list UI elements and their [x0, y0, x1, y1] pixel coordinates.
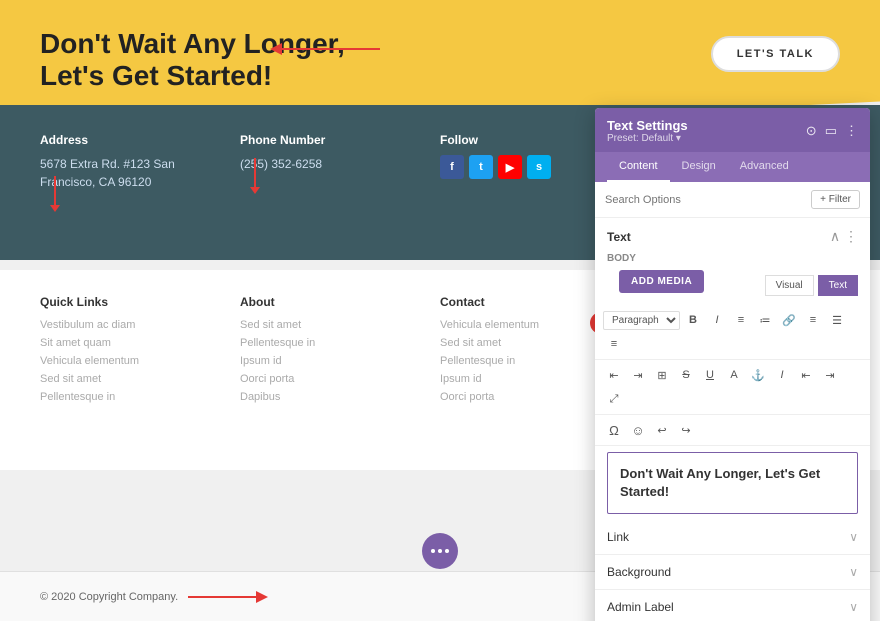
phone-value: (255) 352-6258 [240, 155, 440, 173]
footer-link[interactable]: Vehicula elementum [40, 355, 240, 367]
skype-icon[interactable]: s [527, 155, 551, 179]
ordered-list-button[interactable]: ≔ [754, 309, 776, 331]
indent-button[interactable]: ⇥ [819, 364, 841, 386]
align-center-button[interactable]: ☰ [826, 309, 848, 331]
footer-link[interactable]: Sed sit amet [40, 373, 240, 385]
link-label: Link [607, 530, 629, 544]
body-label: Body [595, 253, 870, 270]
about-title: About [240, 295, 440, 309]
footer-link[interactable]: Ipsum id [240, 355, 440, 367]
footer-link[interactable]: Pellentesque in [40, 391, 240, 403]
underline-button[interactable]: U [699, 364, 721, 386]
panel-settings-icon[interactable]: ⊙ [806, 123, 817, 139]
filter-button[interactable]: + Filter [811, 190, 860, 209]
align-right-button[interactable]: ≡ [603, 333, 625, 355]
panel-search: + Filter [595, 182, 870, 218]
strikethrough-button[interactable]: S [675, 364, 697, 386]
tab-content[interactable]: Content [607, 152, 670, 182]
panel-header-left: Text Settings Preset: Default ▾ [607, 118, 688, 144]
table-button[interactable]: ⊞ [651, 364, 673, 386]
hero-title: Don't Wait Any Longer, Let's Get Started… [40, 28, 345, 92]
outdent-button[interactable]: ⇤ [795, 364, 817, 386]
italic2-button[interactable]: I [771, 364, 793, 386]
text-section-header: Text ∧ ⋮ [595, 218, 870, 253]
copyright-text: © 2020 Copyright Company. [40, 589, 268, 605]
footer-link[interactable]: Oorci porta [240, 373, 440, 385]
collapse-icon[interactable]: ∧ ⋮ [830, 228, 858, 245]
youtube-icon[interactable]: ▶ [498, 155, 522, 179]
toolbar-row-2: ⇤ ⇥ ⊞ S U A ⚓ I ⇤ ⇥ ⤢ [595, 360, 870, 415]
indent-left-button[interactable]: ⇤ [603, 364, 625, 386]
link-section[interactable]: Link ∨ [595, 520, 870, 555]
omega-button[interactable]: Ω [603, 419, 625, 441]
search-input[interactable] [605, 194, 803, 206]
admin-label-section[interactable]: Admin Label ∨ [595, 590, 870, 621]
panel-tabs: Content Design Advanced [595, 152, 870, 182]
facebook-icon[interactable]: f [440, 155, 464, 179]
background-section[interactable]: Background ∨ [595, 555, 870, 590]
fullscreen-button[interactable]: ⤢ [603, 388, 625, 410]
quick-links-title: Quick Links [40, 295, 240, 309]
editor-content-area[interactable]: Don't Wait Any Longer, Let's Get Started… [607, 452, 858, 514]
undo-button[interactable]: ↩ [651, 419, 673, 441]
address-down-arrow-icon [54, 176, 56, 206]
address-value: 5678 Extra Rd. #123 SanFrancisco, CA 961… [40, 155, 240, 191]
emoji-button[interactable]: ☺ [627, 419, 649, 441]
indent-right-button[interactable]: ⇥ [627, 364, 649, 386]
toolbar-row-1: Paragraph Heading 1 Heading 2 B I ≡ ≔ 🔗 … [595, 305, 870, 360]
tab-design[interactable]: Design [670, 152, 728, 182]
link-button[interactable]: 🔗 [778, 309, 800, 331]
panel-expand-icon[interactable]: ▭ [825, 123, 837, 139]
panel-preset: Preset: Default ▾ [607, 133, 688, 144]
footer-link[interactable]: Sed sit amet [240, 319, 440, 331]
anchor-button[interactable]: ⚓ [747, 364, 769, 386]
italic-button[interactable]: I [706, 309, 728, 331]
paragraph-select[interactable]: Paragraph Heading 1 Heading 2 [603, 311, 680, 330]
add-media-button[interactable]: ADD MEDIA [619, 270, 704, 293]
text-section-title: Text [607, 230, 631, 244]
background-label: Background [607, 565, 671, 579]
footer-col-about: About Sed sit amet Pellentesque in Ipsum… [240, 295, 440, 445]
link-chevron-icon: ∨ [849, 530, 858, 544]
text-settings-panel: Text Settings Preset: Default ▾ ⊙ ▭ ⋮ Co… [595, 108, 870, 621]
panel-title: Text Settings [607, 118, 688, 133]
twitter-icon[interactable]: t [469, 155, 493, 179]
floating-dots-button[interactable] [422, 533, 458, 569]
tab-advanced[interactable]: Advanced [728, 152, 801, 182]
footer-link[interactable]: Dapibus [240, 391, 440, 403]
footer-col-quick-links: Quick Links Vestibulum ac diam Sit amet … [40, 295, 240, 445]
panel-header-icons: ⊙ ▭ ⋮ [806, 123, 858, 139]
visual-toggle-button[interactable]: Visual [765, 275, 814, 296]
admin-chevron-icon: ∨ [849, 600, 858, 614]
footer-link[interactable]: Sit amet quam [40, 337, 240, 349]
footer-link[interactable]: Vestibulum ac diam [40, 319, 240, 331]
footer-link[interactable]: Pellentesque in [240, 337, 440, 349]
panel-header: Text Settings Preset: Default ▾ ⊙ ▭ ⋮ [595, 108, 870, 152]
admin-label-text: Admin Label [607, 600, 674, 614]
align-left-button[interactable]: ≡ [802, 309, 824, 331]
copyright-arrow-icon [188, 589, 268, 605]
dots-icon [431, 549, 449, 553]
text-color-button[interactable]: A [723, 364, 745, 386]
page-wrapper: Don't Wait Any Longer, Let's Get Started… [0, 0, 880, 621]
lets-talk-button[interactable]: LET'S TALK [711, 36, 840, 72]
phone-down-arrow-icon [254, 158, 256, 188]
bold-button[interactable]: B [682, 309, 704, 331]
panel-menu-icon[interactable]: ⋮ [845, 123, 858, 139]
hero-arrow-icon [270, 40, 380, 58]
redo-button[interactable]: ↪ [675, 419, 697, 441]
text-toggle-button[interactable]: Text [818, 275, 858, 296]
unordered-list-button[interactable]: ≡ [730, 309, 752, 331]
background-chevron-icon: ∨ [849, 565, 858, 579]
toolbar-row-3: Ω ☺ ↩ ↪ [595, 415, 870, 446]
